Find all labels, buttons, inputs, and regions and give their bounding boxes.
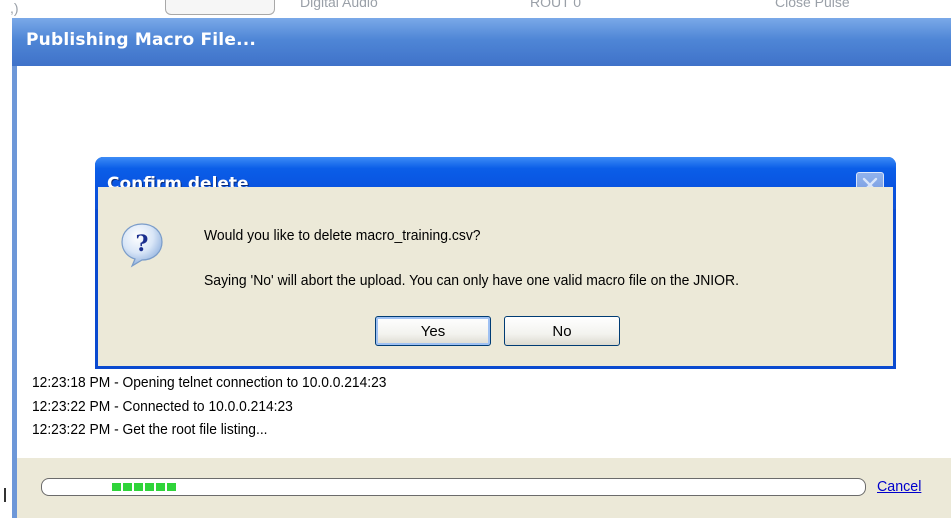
dialog-detail: Saying 'No' will abort the upload. You c…	[204, 272, 739, 289]
log-line: 12:23:18 PM - Opening telnet connection …	[32, 374, 387, 391]
svg-text:?: ?	[136, 231, 149, 257]
log-line: 12:23:22 PM - Connected to 10.0.0.214:23	[32, 397, 293, 415]
no-button[interactable]: No	[504, 316, 620, 346]
log-output: 12:23:18 PM - Opening telnet connection …	[32, 371, 386, 442]
background-cell-2: ROUT 0	[530, 0, 582, 10]
publishing-titlebar[interactable]: Publishing Macro File...	[12, 18, 951, 66]
progress-bar	[41, 478, 866, 496]
dialog-body: ? Would you like to delete macro_trainin…	[98, 187, 893, 366]
publishing-title: Publishing Macro File...	[26, 30, 257, 50]
background-app-strip: ,) Digital Audio ROUT 0 Close Pulse	[0, 0, 951, 20]
background-cell-3: Close Pulse	[775, 0, 850, 10]
progress-fill	[112, 483, 178, 491]
background-cell-1: Digital Audio	[300, 0, 378, 10]
yes-button[interactable]: Yes	[375, 316, 491, 346]
cancel-link[interactable]: Cancel	[877, 478, 921, 495]
question-icon: ?	[121, 223, 163, 268]
log-line: 12:23:22 PM - Get the root file listing.…	[32, 421, 268, 438]
confirm-delete-dialog: Confirm delete ? Would you like to delet…	[95, 157, 896, 369]
dialog-message: Would you like to delete macro_training.…	[204, 227, 481, 244]
background-mark: ,)	[10, 0, 19, 16]
edge-mark	[4, 488, 6, 502]
background-field	[165, 0, 275, 15]
